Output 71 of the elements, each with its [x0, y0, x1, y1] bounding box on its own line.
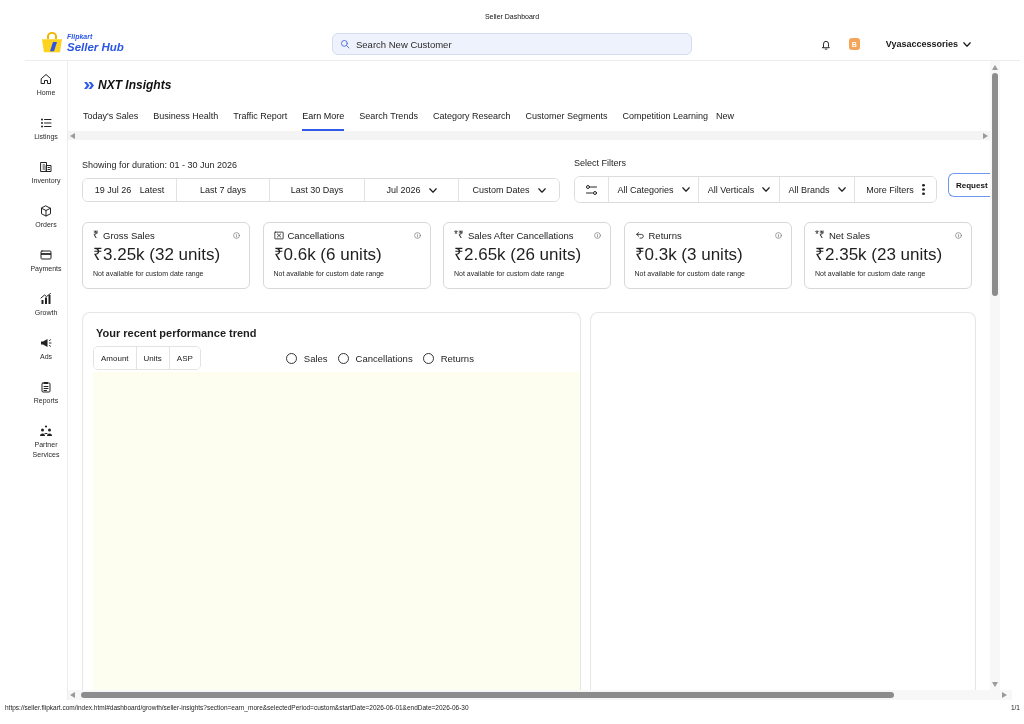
chevron-down-icon	[537, 187, 546, 193]
logo-product-text: Seller Hub	[67, 40, 124, 53]
metric-value: ₹2.35k (23 units)	[815, 245, 943, 265]
radio-label: Sales	[303, 352, 328, 364]
metric-title: Net Sales	[828, 229, 871, 241]
list-icon	[40, 117, 52, 129]
metric-title: Gross Sales	[103, 229, 155, 241]
tab[interactable]: Customer Segments	[525, 108, 608, 131]
tab[interactable]: Today's Sales	[83, 108, 139, 131]
scroll-left-icon[interactable]	[70, 692, 75, 698]
chevron-down-icon	[681, 187, 690, 192]
scroll-up-icon[interactable]	[992, 65, 998, 70]
undo-arrow-icon	[634, 230, 645, 240]
clipboard-icon	[40, 381, 52, 393]
insights-logo-text: NXT Insights	[98, 78, 172, 92]
request-button[interactable]: Request	[948, 173, 990, 197]
duration-label: Showing for duration: 01 - 30 Jun 2026	[82, 160, 238, 171]
info-icon[interactable]	[955, 231, 962, 239]
filters-label: Select Filters	[574, 158, 626, 169]
bag-logo-icon	[40, 32, 64, 54]
search-icon	[340, 39, 350, 49]
chevron-down-icon	[762, 187, 771, 192]
tab[interactable]: Search Trends	[359, 108, 418, 131]
people-group-icon	[40, 425, 52, 437]
metric-value: ₹2.65k (26 units)	[454, 245, 582, 265]
tab[interactable]: Traffic Report	[233, 108, 288, 131]
filter-sliders-icon	[586, 184, 597, 195]
tab[interactable]: Competition Learning	[622, 108, 709, 131]
double-chevron-icon	[84, 81, 94, 89]
buildings-icon	[40, 161, 52, 173]
more-filters-button[interactable]: More Filters	[854, 177, 936, 202]
currency-symbol: ₹	[93, 229, 99, 241]
home-icon	[40, 73, 52, 85]
radio-label: Returns	[440, 352, 474, 364]
credit-card-icon	[40, 249, 52, 261]
scrollbar-thumb[interactable]	[81, 692, 894, 698]
scroll-right-icon[interactable]	[1002, 692, 1007, 698]
cube-icon	[40, 205, 52, 217]
megaphone-icon	[40, 337, 52, 349]
scrollbar-thumb[interactable]	[992, 73, 998, 296]
metric-title: Sales After Cancellations	[467, 229, 574, 241]
new-label: New	[716, 111, 735, 122]
account-menu-button[interactable]: Vyasaccessories	[885, 39, 971, 49]
measure-option[interactable]: ASP	[168, 347, 200, 369]
scroll-right-icon[interactable]	[983, 132, 988, 139]
currency-symbol: *₹	[815, 229, 825, 241]
info-icon[interactable]	[233, 231, 240, 239]
metric-value: ₹3.25k (32 units)	[93, 245, 221, 265]
scroll-down-icon[interactable]	[992, 682, 998, 687]
metric-title: Returns	[648, 229, 682, 241]
vertical-dots-icon	[921, 184, 925, 195]
info-icon[interactable]	[594, 231, 601, 239]
info-icon[interactable]	[774, 231, 782, 239]
metric-value: ₹0.3k (3 units)	[634, 245, 743, 265]
scroll-left-icon[interactable]	[70, 132, 75, 139]
chevron-down-icon	[963, 41, 971, 47]
panel-title: Your recent performance trend	[96, 327, 257, 340]
bar-chart-icon	[40, 293, 52, 305]
metric-title: Cancellations	[287, 229, 345, 241]
date-dropdown[interactable]: Custom Dates	[458, 179, 559, 201]
tab[interactable]: Business Health	[153, 108, 219, 131]
x-square-icon	[273, 230, 284, 240]
radio-label: Cancellations	[355, 352, 413, 364]
search-field[interactable]: Search New Customer	[332, 33, 692, 55]
info-icon[interactable]	[413, 231, 421, 239]
chevron-down-icon	[837, 187, 846, 192]
currency-symbol: *₹	[454, 229, 464, 241]
tab[interactable]: Category Research	[432, 108, 511, 131]
metric-value: ₹0.6k (6 units)	[273, 245, 382, 265]
chevron-down-icon	[428, 187, 437, 193]
bell-icon[interactable]	[820, 38, 831, 50]
